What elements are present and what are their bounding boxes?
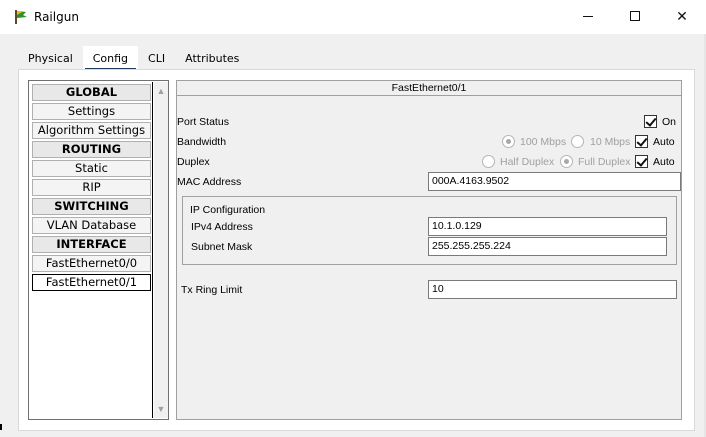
bandwidth-10-label: 10 Mbps [590,136,631,148]
duplex-auto-label: Auto [653,156,675,168]
tab-label: CLI [148,51,166,65]
nav-header-global: GLOBAL [32,84,151,101]
minimize-button[interactable] [565,0,611,32]
tab-bar: Physical Config CLI Attributes [18,46,250,70]
duplex-label: Duplex [177,156,210,168]
bandwidth-100-radio[interactable] [502,135,515,148]
duplex-full-radio[interactable] [560,155,573,168]
duplex-auto-checkbox[interactable] [635,155,648,168]
subnet-mask-field[interactable]: 255.255.255.224 [428,237,667,256]
bandwidth-100-label: 100 Mbps [520,136,567,148]
ipv4-address-field[interactable]: 10.1.0.129 [428,217,667,236]
title-bar: Railgun ✕ [0,0,706,34]
bandwidth-label: Bandwidth [177,136,227,148]
nav-item-algorithm-settings[interactable]: Algorithm Settings [32,122,151,139]
minimize-icon [583,15,593,17]
maximize-icon [630,11,640,21]
window-title: Railgun [34,10,79,24]
maximize-button[interactable] [612,0,658,32]
close-button[interactable]: ✕ [659,0,705,32]
port-status-on-checkbox[interactable] [644,115,657,128]
tab-label: Config [92,51,129,65]
duplex-half-radio[interactable] [482,155,495,168]
nav-item-fastethernet0-1[interactable]: FastEthernet0/1 [32,274,151,291]
nav-header-interface: INTERFACE [32,236,151,253]
tab-label: Physical [28,51,73,65]
nav-item-static[interactable]: Static [32,160,151,177]
duplex-half-label: Half Duplex [500,156,555,168]
scroll-down-icon[interactable]: ▼ [154,402,168,416]
nav-header-routing: ROUTING [32,141,151,158]
tab-cli[interactable]: CLI [138,46,176,70]
nav-item-rip[interactable]: RIP [32,179,151,196]
subnet-mask-label: Subnet Mask [191,241,253,253]
duplex-full-label: Full Duplex [578,156,631,168]
bandwidth-auto-checkbox[interactable] [635,135,648,148]
port-status-label: Port Status [177,116,229,128]
nav-item-settings[interactable]: Settings [32,103,151,120]
app-icon [15,10,27,24]
ip-configuration-label: IP Configuration [190,204,266,216]
tx-ring-limit-label: Tx Ring Limit [181,284,243,296]
tab-attributes[interactable]: Attributes [175,46,250,70]
nav-item-fastethernet0-0[interactable]: FastEthernet0/0 [32,255,151,272]
interface-title: FastEthernet0/1 [177,81,681,96]
bandwidth-10-radio[interactable] [571,135,584,148]
tab-config[interactable]: Config [82,46,139,70]
tab-physical[interactable]: Physical [18,46,83,70]
mac-address-label: MAC Address [177,176,242,188]
nav-scrollbar[interactable]: ▲ ▼ [154,82,168,418]
nav-header-switching: SWITCHING [32,198,151,215]
nav-item-vlan-database[interactable]: VLAN Database [32,217,151,234]
mac-address-field[interactable]: 000A.4163.9502 [428,172,681,191]
close-icon: ✕ [676,7,688,24]
config-nav-list: GLOBAL Settings Algorithm Settings ROUTI… [28,80,169,420]
ipv4-address-label: IPv4 Address [191,221,253,233]
nav-items: GLOBAL Settings Algorithm Settings ROUTI… [30,82,153,418]
window-edge-mark [0,424,2,430]
bandwidth-auto-label: Auto [653,136,675,148]
tab-label: Attributes [185,51,240,65]
scroll-up-icon[interactable]: ▲ [154,84,168,98]
port-status-on-label: On [662,116,677,128]
tx-ring-limit-field[interactable]: 10 [428,280,677,299]
